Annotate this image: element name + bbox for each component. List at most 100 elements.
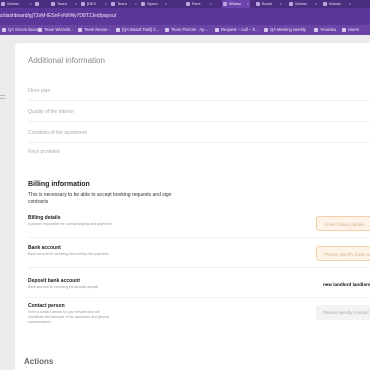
contact-person-desc: Enter a contact person for your tenants … <box>28 310 110 324</box>
page-content: Additional information Floor plan Qualit… <box>0 35 370 370</box>
divider <box>28 100 370 101</box>
sidebar-handle-line <box>0 95 5 96</box>
bookmark-icon <box>78 28 82 32</box>
divider <box>28 142 370 143</box>
close-tab-icon[interactable]: × <box>30 0 32 8</box>
deposit-bank-account-title: Deposit bank account <box>28 278 80 284</box>
bookmark-label: Users <box>348 27 359 32</box>
bookmark-item[interactable]: Yevenka <box>314 25 336 35</box>
divider <box>28 121 370 122</box>
bookmark-icon <box>264 28 268 32</box>
close-tab-icon[interactable]: × <box>247 0 249 8</box>
tab-label: Wunsc <box>295 1 308 6</box>
close-tab-icon[interactable]: × <box>349 0 351 8</box>
contact-person-title: Contact person <box>28 303 65 309</box>
billing-information-card: Billing information This is necessary to… <box>15 169 370 370</box>
url-text[interactable]: s/dashboard/gjT2vM-lESnFvNhWy7D8T2Jed/pa… <box>0 10 116 23</box>
tab-label: Wunsc <box>329 1 342 6</box>
bookmark-label: Request – null – S... <box>221 27 259 32</box>
actions-title: Actions <box>24 357 54 366</box>
tab-label: Wunsc <box>7 1 20 6</box>
bookmark-item[interactable]: Request – null – S... <box>215 25 259 35</box>
close-tab-icon[interactable]: × <box>105 0 107 8</box>
tab-label: [DEV <box>87 1 97 6</box>
billing-description: This is necessary to be able to accept b… <box>28 192 172 205</box>
bookmark-label: [QA Board Task] ti... <box>122 27 159 32</box>
tab-label: Rent <box>192 1 201 6</box>
browser-tab[interactable]: Team × <box>110 0 138 8</box>
bookmark-item[interactable]: QA Meeting weekly <box>264 25 306 35</box>
browser-tab[interactable]: [DEV × <box>80 0 108 8</box>
tab-favicon-icon <box>186 2 190 6</box>
divider <box>28 297 370 298</box>
browser-tab[interactable]: Wunsc × <box>322 0 352 8</box>
bank-account-select[interactable]: Please specify bank account <box>316 246 370 261</box>
bookmark-icon <box>116 28 120 32</box>
tab-label: Wunsc <box>229 1 242 6</box>
browser-tab[interactable]: Spreu × <box>140 0 168 8</box>
bookmark-label: Team Nexus - <box>84 27 110 32</box>
address-bar[interactable]: s/dashboard/gjT2vM-lESnFvNhWy7D8T2Jed/pa… <box>0 8 370 25</box>
billing-details-desc: A person responsible for contract signin… <box>28 222 112 226</box>
bookmark-icon <box>2 28 6 32</box>
billing-details-title: Billing details <box>28 215 61 221</box>
tab-favicon-icon <box>35 2 39 6</box>
deposit-bank-account-select[interactable]: new landlord landlord <box>316 277 370 292</box>
browser-tab[interactable]: Team × <box>50 0 78 8</box>
divider <box>28 267 370 268</box>
bookmark-item[interactable]: Team Wizards - <box>38 25 73 35</box>
sidebar-handle-line <box>0 98 5 99</box>
billing-details-select[interactable]: Select billing details <box>316 216 370 231</box>
tab-label: Team <box>117 1 127 6</box>
bank-account-title: Bank account <box>28 245 61 251</box>
bank-account-desc: Bank account for receiving the monthly r… <box>28 252 109 256</box>
close-tab-icon[interactable]: × <box>280 0 282 8</box>
tab-favicon-icon <box>1 2 5 6</box>
bookmarks-bar: QA Scrum Board Team Wizards - Team Nexus… <box>0 25 370 35</box>
bookmark-item[interactable]: Users <box>342 25 359 35</box>
close-tab-icon[interactable]: × <box>135 0 137 8</box>
bookmark-icon <box>215 28 219 32</box>
bookmark-item[interactable]: [QA Board Task] ti... <box>116 25 159 35</box>
browser-tab-strip: Wunsc × Team × [DEV × Team × Spreu × Rent × Wu… <box>0 0 370 8</box>
tab-label: Booki <box>262 1 273 6</box>
tab-favicon-icon <box>256 2 260 6</box>
close-tab-icon[interactable]: × <box>315 0 317 8</box>
tab-favicon-icon <box>81 2 85 6</box>
bookmark-label: Team Parrots - Ap... <box>171 27 209 32</box>
interior-quality-label: Quality of the interior <box>28 109 75 115</box>
keys-provided-label: Keys provided <box>28 149 60 155</box>
close-tab-icon[interactable]: × <box>210 0 212 8</box>
browser-tab[interactable]: Wunsc × <box>288 0 318 8</box>
tab-favicon-icon <box>289 2 293 6</box>
tab-label: Team <box>57 1 67 6</box>
contact-person-select[interactable]: Please specify contact person <box>316 305 370 320</box>
apartment-condition-label: Condition of the apartment <box>28 130 87 136</box>
billing-title: Billing information <box>28 181 90 188</box>
browser-tab[interactable]: Rent × <box>185 0 213 8</box>
tab-favicon-icon <box>141 2 145 6</box>
tab-favicon-icon <box>223 2 227 6</box>
floor-plan-label: Floor plan <box>28 88 51 94</box>
bookmark-label: QA Meeting weekly <box>270 27 306 32</box>
bookmark-icon <box>165 28 169 32</box>
bookmark-item[interactable]: QA Scrum Board <box>2 25 39 35</box>
section-title: Additional information <box>28 56 105 65</box>
browser-tab-active[interactable]: Wunsc × <box>222 0 250 8</box>
bookmark-item[interactable]: Team Nexus - <box>78 25 110 35</box>
bookmark-icon <box>38 28 42 32</box>
browser-tab[interactable]: Wunsc × <box>0 0 33 8</box>
tab-favicon-icon <box>111 2 115 6</box>
close-tab-icon[interactable]: × <box>75 0 77 8</box>
close-tab-icon[interactable]: × <box>165 0 167 8</box>
bookmark-label: QA Scrum Board <box>8 27 40 32</box>
bookmark-label: Team Wizards - <box>44 27 74 32</box>
bookmark-label: Yevenka <box>320 27 336 32</box>
deposit-bank-account-desc: Bank account for receiving the security … <box>28 285 99 289</box>
bookmark-item[interactable]: Team Parrots - Ap... <box>165 25 208 35</box>
tab-favicon-icon <box>323 2 327 6</box>
bookmark-icon <box>342 28 346 32</box>
browser-tab[interactable]: Booki × <box>255 0 283 8</box>
sidebar-handle[interactable] <box>0 95 6 101</box>
browser-tab[interactable] <box>34 0 48 8</box>
